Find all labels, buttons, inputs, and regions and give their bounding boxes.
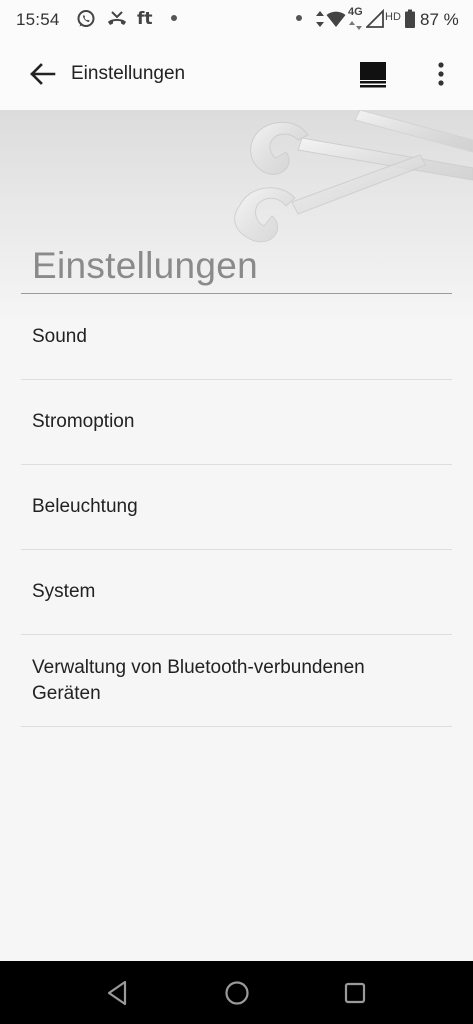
status-time: 15:54 <box>16 10 60 29</box>
setting-item-label: Verwaltung von Bluetooth-verbundenen Ger… <box>32 657 365 704</box>
setting-item-sound[interactable]: Sound <box>21 295 452 380</box>
network-type-label: 4G <box>348 6 363 18</box>
battery-icon <box>405 9 415 28</box>
network-arrows-icon <box>349 21 362 30</box>
data-arrows-icon <box>316 11 324 27</box>
setting-item-label: System <box>32 581 96 602</box>
notification-dot-right <box>296 15 302 21</box>
notification-app-text: ft <box>137 9 153 29</box>
wrench-illustration-icon <box>234 110 473 243</box>
home-circle-icon[interactable] <box>224 980 250 1006</box>
app-bar: Einstellungen <box>0 38 473 110</box>
setting-item-power-option[interactable]: Stromoption <box>21 380 452 465</box>
battery-percentage: 87 % <box>420 10 459 29</box>
heading-divider <box>21 293 452 294</box>
system-navigation-bar <box>0 961 473 1024</box>
settings-heading: Einstellungen <box>32 245 259 286</box>
setting-item-bluetooth-devices[interactable]: Verwaltung von Bluetooth-verbundenen Ger… <box>21 635 452 727</box>
setting-item-label: Beleuchtung <box>32 496 138 517</box>
settings-hero-banner: Einstellungen <box>0 110 473 325</box>
notification-dot <box>171 15 177 21</box>
setting-item-label: Stromoption <box>32 411 135 432</box>
hd-label: HD <box>385 11 401 23</box>
view-menu-icon[interactable] <box>358 60 388 88</box>
status-bar: 15:54 ft 4G HD 87 % <box>0 0 473 38</box>
back-triangle-icon[interactable] <box>105 980 129 1006</box>
settings-list: Sound Stromoption Beleuchtung System Ver… <box>0 295 473 727</box>
setting-item-lighting[interactable]: Beleuchtung <box>21 465 452 550</box>
app-bar-title: Einstellungen <box>71 63 186 84</box>
cell-signal-icon <box>366 9 384 28</box>
wifi-icon <box>326 11 346 27</box>
recents-square-icon[interactable] <box>343 980 367 1006</box>
back-arrow-icon[interactable] <box>28 62 56 86</box>
missed-call-icon <box>108 11 126 25</box>
more-options-icon[interactable] <box>430 60 452 88</box>
setting-item-system[interactable]: System <box>21 550 452 635</box>
whatsapp-icon <box>77 10 95 27</box>
setting-item-label: Sound <box>32 326 87 347</box>
